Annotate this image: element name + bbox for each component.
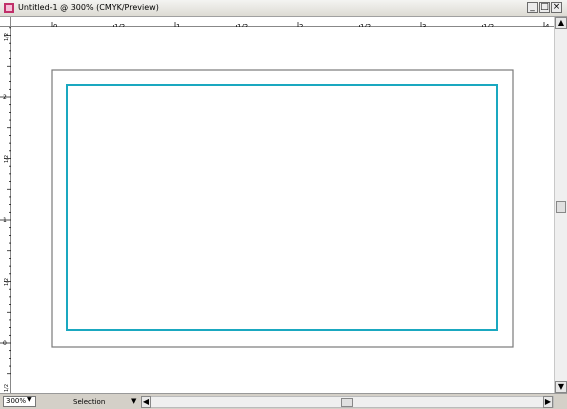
horizontal-ruler[interactable]: 0 1/2 1 1/2 2 1/2 3 1/2 4	[11, 17, 554, 32]
ruler-v-label: 1	[3, 217, 7, 224]
status-tool-label: Selection	[73, 398, 106, 406]
vertical-ruler[interactable]: 1/2 2 1/2 1 1/2 0 1/2	[0, 27, 11, 393]
window-title: Untitled-1 @ 300% (CMYK/Preview)	[18, 3, 159, 12]
zoom-value: 300%	[6, 397, 27, 405]
maximize-button[interactable]: □	[539, 2, 550, 13]
app-document-icon	[4, 3, 14, 13]
ruler-v-label: 0	[3, 340, 7, 347]
close-button[interactable]: ×	[551, 2, 562, 13]
ruler-v-label: 1/2	[4, 278, 10, 286]
scroll-right-button[interactable]: ▶	[543, 396, 553, 408]
horizontal-scroll-thumb[interactable]	[341, 398, 353, 407]
bleed-guide	[66, 84, 498, 331]
zoom-dropdown-icon[interactable]: ▼	[27, 395, 32, 404]
page-trim-border	[51, 69, 514, 348]
status-bar: 300% ▼ Selection ▼ ◀ ▶	[0, 393, 567, 409]
document-window: Untitled-1 @ 300% (CMYK/Preview) _ □ × 0…	[0, 0, 567, 409]
ruler-v-label: 1/2	[4, 384, 10, 392]
ruler-v-label: 2	[3, 94, 7, 101]
scroll-left-button[interactable]: ◀	[141, 396, 151, 408]
status-menu-dropdown-icon[interactable]: ▼	[131, 397, 136, 405]
vertical-ruler-ticks: 1/2 2 1/2 1 1/2 0 1/2	[0, 27, 11, 392]
ruler-v-label: 1/2	[4, 33, 10, 41]
horizontal-scrollbar[interactable]: ◀ ▶	[141, 396, 554, 408]
vertical-scroll-thumb[interactable]	[556, 201, 566, 213]
scroll-down-button[interactable]: ▼	[555, 381, 567, 393]
minimize-button[interactable]: _	[527, 2, 538, 13]
ruler-v-label: 1/2	[4, 155, 10, 163]
title-bar[interactable]: Untitled-1 @ 300% (CMYK/Preview) _ □ ×	[0, 0, 567, 17]
document-canvas[interactable]	[11, 27, 554, 393]
ruler-origin[interactable]	[0, 17, 11, 27]
scroll-up-button[interactable]: ▲	[555, 17, 567, 29]
vertical-scrollbar[interactable]: ▲ ▼	[554, 17, 567, 393]
